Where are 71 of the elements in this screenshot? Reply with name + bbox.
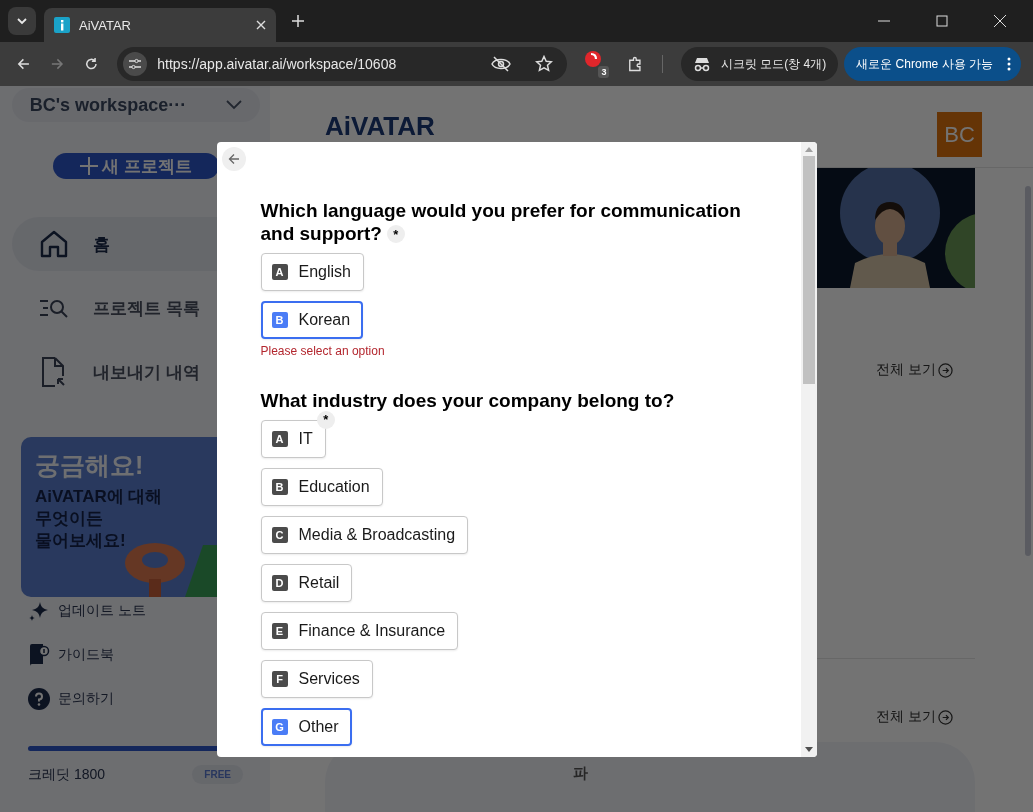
error-message: Please select an option (260, 343, 386, 358)
back-button[interactable] (221, 146, 246, 171)
chevron-down-icon (16, 15, 28, 27)
answer-option[interactable]: G Other (260, 707, 352, 746)
option-key: C (271, 526, 288, 543)
address-bar[interactable]: https://app.aivatar.ai/workspace/10608 (117, 47, 567, 81)
option-key: B (271, 311, 288, 328)
sidebar-link[interactable]: 문의하기 (28, 687, 260, 711)
option-key: F (271, 670, 288, 687)
search-list-icon (40, 297, 68, 319)
book-icon (28, 643, 50, 667)
answer-option[interactable]: A IT (260, 419, 326, 458)
reload-icon[interactable] (83, 56, 99, 72)
answer-option[interactable]: D Retail (260, 563, 353, 602)
site-info-icon[interactable] (123, 52, 148, 76)
new-tab-icon[interactable] (292, 15, 304, 27)
favicon-icon (54, 17, 70, 33)
option-key: E (271, 622, 288, 639)
incognito-button[interactable]: 시크릿 모드(창 4개) (680, 47, 839, 81)
star-icon[interactable] (534, 55, 553, 73)
scrollbar[interactable] (1025, 186, 1031, 556)
answer-option[interactable]: F Services (260, 659, 373, 698)
arrow-circle-icon (938, 709, 953, 725)
puzzle-icon[interactable] (627, 55, 644, 73)
answer-option[interactable]: B Korean (260, 300, 364, 339)
close-icon[interactable] (994, 15, 1006, 27)
banner-text: AiVATAR에 대해 무엇이든 물어보세요! (35, 486, 164, 553)
extension-icon[interactable]: 3 (583, 50, 610, 78)
chevron-down-icon (226, 100, 243, 110)
scrollbar[interactable] (800, 141, 817, 757)
update-chrome-button[interactable]: 새로운 Chrome 사용 가능 (844, 47, 1021, 81)
scroll-down-icon[interactable] (804, 746, 813, 752)
url-text: https://app.aivatar.ai/workspace/10608 (157, 56, 398, 72)
option-key: G (271, 718, 288, 735)
card-text: 파 (572, 764, 588, 783)
credit-label: 크레딧 1800 (28, 765, 106, 784)
option-key: B (271, 478, 288, 495)
plan-badge: FREE (192, 765, 243, 784)
option-key: A (271, 263, 288, 280)
arrow-left-icon (227, 152, 240, 165)
option-key: A (271, 430, 288, 447)
sidebar-link[interactable]: 업데이트 노트 (28, 599, 260, 623)
answer-option[interactable]: C Media & Broadcasting (260, 515, 469, 554)
answer-option[interactable]: B Education (260, 467, 383, 506)
tab-list-button[interactable] (8, 7, 36, 35)
required-mark: * (316, 410, 335, 429)
plus-icon (80, 157, 99, 175)
arrow-circle-icon (938, 362, 953, 378)
incognito-icon (692, 56, 711, 72)
banner-title: 궁금해요! (35, 450, 145, 481)
extension-badge: 3 (598, 66, 610, 78)
view-all-link[interactable]: 전체 보기 (876, 361, 953, 379)
logo[interactable]: AiVATAR (325, 111, 435, 142)
help-icon (28, 688, 50, 710)
forward-icon[interactable] (49, 56, 65, 72)
tab-title: AiVATAR (79, 17, 132, 33)
answer-option[interactable]: A English (260, 252, 364, 291)
maximize-icon[interactable] (936, 15, 948, 27)
close-tab-icon[interactable] (256, 20, 266, 30)
eye-off-icon[interactable] (490, 56, 511, 72)
more-menu-icon[interactable] (1006, 57, 1011, 71)
question-title: What industry does your company belong to? (260, 388, 676, 412)
home-icon (40, 230, 68, 258)
browser-tab[interactable]: AiVATAR (44, 8, 276, 42)
circle-icon (583, 50, 602, 68)
question-title: Which language would you prefer for communication and support? * (260, 198, 742, 245)
back-icon[interactable] (16, 56, 31, 72)
view-all-link[interactable]: 전체 보기 (876, 708, 953, 726)
answer-option[interactable]: E Finance & Insurance (260, 611, 459, 650)
option-key: D (271, 574, 288, 591)
sidebar-link[interactable]: 가이드북 (28, 643, 260, 667)
